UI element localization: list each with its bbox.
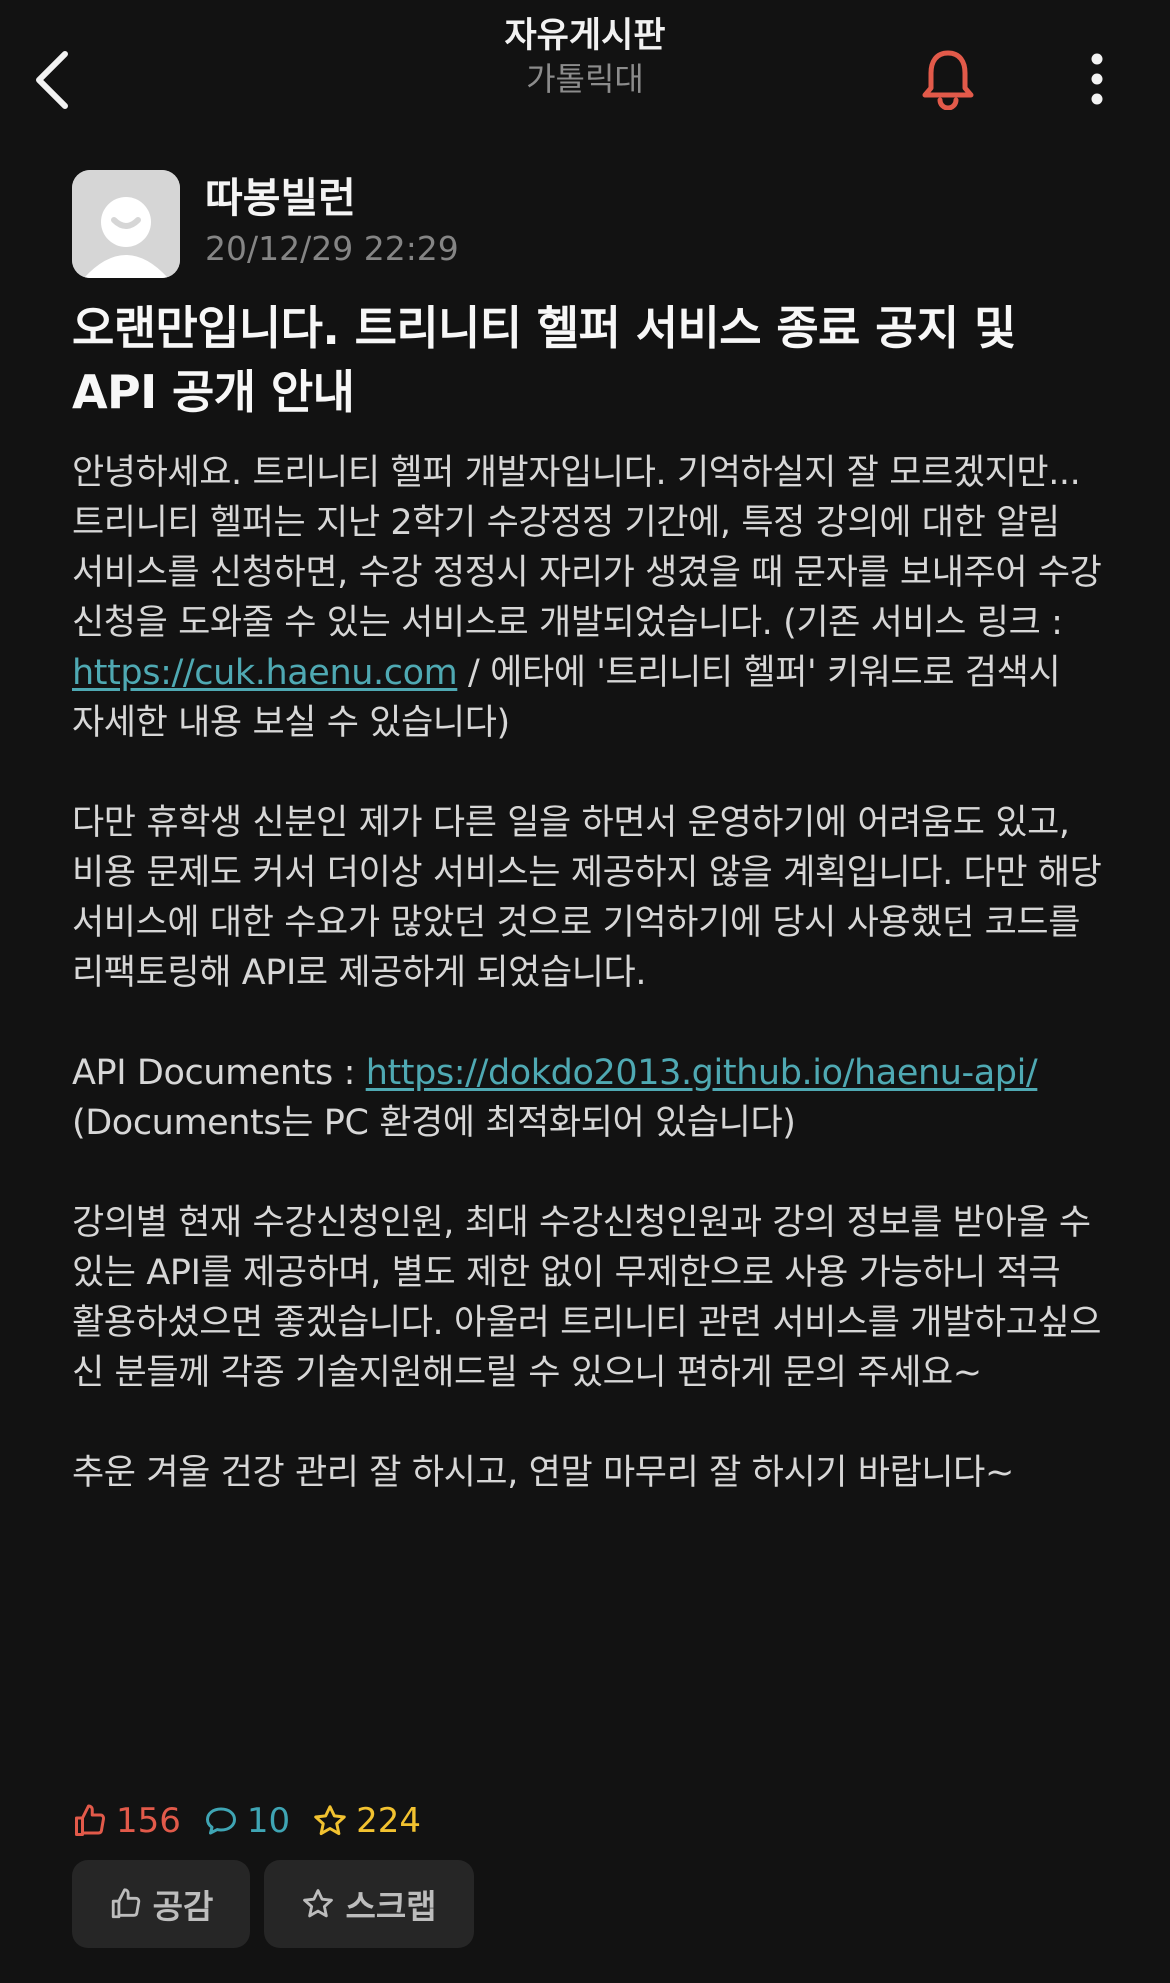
avatar[interactable]	[72, 170, 180, 278]
thumbs-up-icon	[75, 1804, 106, 1836]
scrap-button-label: 스크랩	[345, 1887, 437, 1926]
more-vertical-icon	[1091, 53, 1103, 105]
star-icon	[314, 1805, 346, 1836]
bell-icon	[922, 50, 974, 110]
comment-count-value: 10	[246, 1801, 291, 1841]
post-paragraph: 다만 휴학생 신분인 제가 다른 일을 하면서 운영하기에 어려움도 있고, 비…	[72, 803, 1102, 993]
service-link[interactable]: https://cuk.haenu.com	[72, 653, 458, 693]
star-icon	[303, 1889, 334, 1918]
post-title: 오랜만입니다. 트리니티 헬퍼 서비스 종료 공지 및 API 공개 안내	[72, 301, 1016, 419]
post-paragraph: 추운 겨울 건강 관리 잘 하시고, 연말 마무리 잘 하시기 바랍니다~	[72, 1453, 1014, 1493]
board-title: 자유게시판	[504, 16, 666, 56]
post-paragraph: API Documents : https://dokdo2013.github…	[72, 1048, 1102, 1148]
scrap-count: 224	[312, 1801, 421, 1841]
like-count: 156	[72, 1801, 181, 1841]
scrap-button[interactable]: 스크랩	[264, 1860, 474, 1948]
paragraph-text: 안녕하세요. 트리니티 헬퍼 개발자입니다. 기억하실지 잘 모르겠지만... …	[72, 453, 1102, 643]
notification-button[interactable]	[915, 44, 981, 114]
like-button-label: 공감	[152, 1887, 214, 1926]
api-documents-link[interactable]: https://dokdo2013.github.io/haenu-api/	[366, 1053, 1038, 1093]
post-paragraph: 안녕하세요. 트리니티 헬퍼 개발자입니다. 기억하실지 잘 모르겠지만... …	[72, 448, 1102, 748]
more-options-button[interactable]	[1070, 44, 1124, 114]
header-titles: 자유게시판 가톨릭대	[385, 14, 785, 100]
post-timestamp: 20/12/29 22:29	[205, 229, 459, 268]
post-author: 따봉빌런 20/12/29 22:29	[72, 170, 1092, 280]
post-stats: 156 10 224	[72, 1796, 443, 1846]
chevron-left-icon	[36, 51, 68, 109]
scrap-count-value: 224	[356, 1801, 422, 1841]
author-name[interactable]: 따봉빌런	[205, 172, 356, 224]
post-paragraph: 강의별 현재 수강신청인원, 최대 수강신청인원과 강의 정보를 받아올 수 있…	[72, 1203, 1102, 1393]
api-documents-label: API Documents :	[72, 1053, 366, 1093]
comment-count: 10	[203, 1801, 290, 1841]
post-body: 안녕하세요. 트리니티 헬퍼 개발자입니다. 기억하실지 잘 모르겠지만... …	[72, 448, 1102, 1548]
like-button[interactable]: 공감	[72, 1860, 250, 1948]
like-count-value: 156	[116, 1801, 181, 1841]
thumbs-up-icon	[111, 1888, 140, 1919]
back-button[interactable]	[18, 42, 88, 118]
post-actions: 공감 스크랩	[72, 1860, 488, 1948]
top-bar: 자유게시판 가톨릭대	[0, 0, 1170, 150]
paragraph-text: (Documents는 PC 환경에 최적화되어 있습니다)	[72, 1103, 796, 1143]
school-name: 가톨릭대	[526, 60, 644, 98]
default-avatar-icon	[72, 170, 180, 278]
comment-icon	[205, 1807, 236, 1835]
